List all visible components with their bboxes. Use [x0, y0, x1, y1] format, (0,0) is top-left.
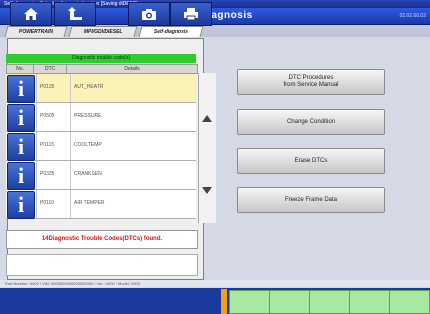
- home-button[interactable]: [10, 2, 52, 26]
- dtc-code: P0335: [40, 171, 55, 177]
- scroll-down-icon[interactable]: [202, 187, 212, 194]
- app-window: Self-diagnosis - Select a diagnosis func…: [0, 0, 430, 314]
- back-icon: [68, 7, 82, 20]
- breadcrumb-tabs: POWERTRAIN MPI/GDI/DIESEL Self-diagnosis: [0, 25, 430, 37]
- dtc-code: P0135: [40, 84, 55, 90]
- tab-mpi-gdi-diesel[interactable]: MPI/GDI/DIESEL: [68, 26, 138, 37]
- dtc-list-header: Diagnostic trouble code(s): [6, 54, 196, 63]
- column-header-details: Details: [66, 64, 198, 74]
- vehicle-info-strip: Part Number: 0000 / VIN: 000000000000000…: [0, 280, 430, 287]
- dtc-count-status: 14Diagnostic Trouble Codes(DTCs) found.: [6, 230, 198, 249]
- info-icon[interactable]: i: [7, 162, 35, 190]
- function-key-2[interactable]: [269, 290, 310, 314]
- tab-self-diagnosis[interactable]: Self-diagnosis: [138, 26, 204, 37]
- screenshot-button[interactable]: [128, 2, 170, 26]
- dtc-procedures-button[interactable]: DTC Procedures from Service Manual: [237, 69, 385, 95]
- change-condition-button[interactable]: Change Condition: [237, 109, 385, 135]
- camera-icon: [142, 9, 156, 20]
- function-key-3[interactable]: [309, 290, 350, 314]
- dtc-term: AUT_HEATR: [74, 84, 104, 90]
- tab-powertrain[interactable]: POWERTRAIN: [4, 26, 68, 37]
- dtc-row[interactable]: i P0335 CRANKSEN: [6, 161, 196, 190]
- scroll-up-icon[interactable]: [202, 115, 212, 122]
- toolbar-separator: [221, 289, 227, 314]
- print-button[interactable]: [170, 2, 212, 26]
- dtc-scrollbar[interactable]: [198, 73, 216, 223]
- dtc-code: P0115: [40, 142, 55, 148]
- freeze-frame-data-button[interactable]: Freeze Frame Data: [237, 187, 385, 213]
- dtc-term: PRESSURE: [74, 113, 102, 119]
- dtc-code: P0110: [40, 200, 55, 206]
- dtc-term: CRANKSEN: [74, 171, 102, 177]
- back-button[interactable]: [54, 2, 96, 26]
- info-icon[interactable]: i: [7, 133, 35, 161]
- dtc-row[interactable]: i P0110 AIR TEMPER: [6, 190, 196, 219]
- info-icon[interactable]: i: [7, 75, 35, 103]
- column-header-no: No.: [6, 64, 34, 74]
- function-key-5[interactable]: [389, 290, 430, 314]
- function-key-4[interactable]: [349, 290, 390, 314]
- function-key-1[interactable]: [229, 290, 270, 314]
- print-icon: [184, 8, 198, 21]
- dtc-term: COOLTEMP: [74, 142, 102, 148]
- vehicle-info-text: Part Number: 0000 / VIN: 000000000000000…: [5, 281, 140, 286]
- dtc-code: P0505: [40, 113, 55, 119]
- erase-dtcs-button[interactable]: Erase DTCs: [237, 148, 385, 174]
- dtc-term: AIR TEMPER: [74, 200, 105, 206]
- home-icon: [24, 8, 38, 20]
- dtc-row[interactable]: i P0505 PRESSURE: [6, 103, 196, 132]
- info-icon[interactable]: i: [7, 191, 35, 219]
- dtc-row[interactable]: i P0115 COOLTEMP: [6, 132, 196, 161]
- dtc-row[interactable]: i P0135 AUT_HEATR: [6, 74, 196, 103]
- message-area: [6, 254, 198, 276]
- column-header-dtc: DTC: [33, 64, 67, 74]
- version-label: 02.02.00.02: [399, 13, 426, 19]
- info-icon[interactable]: i: [7, 104, 35, 132]
